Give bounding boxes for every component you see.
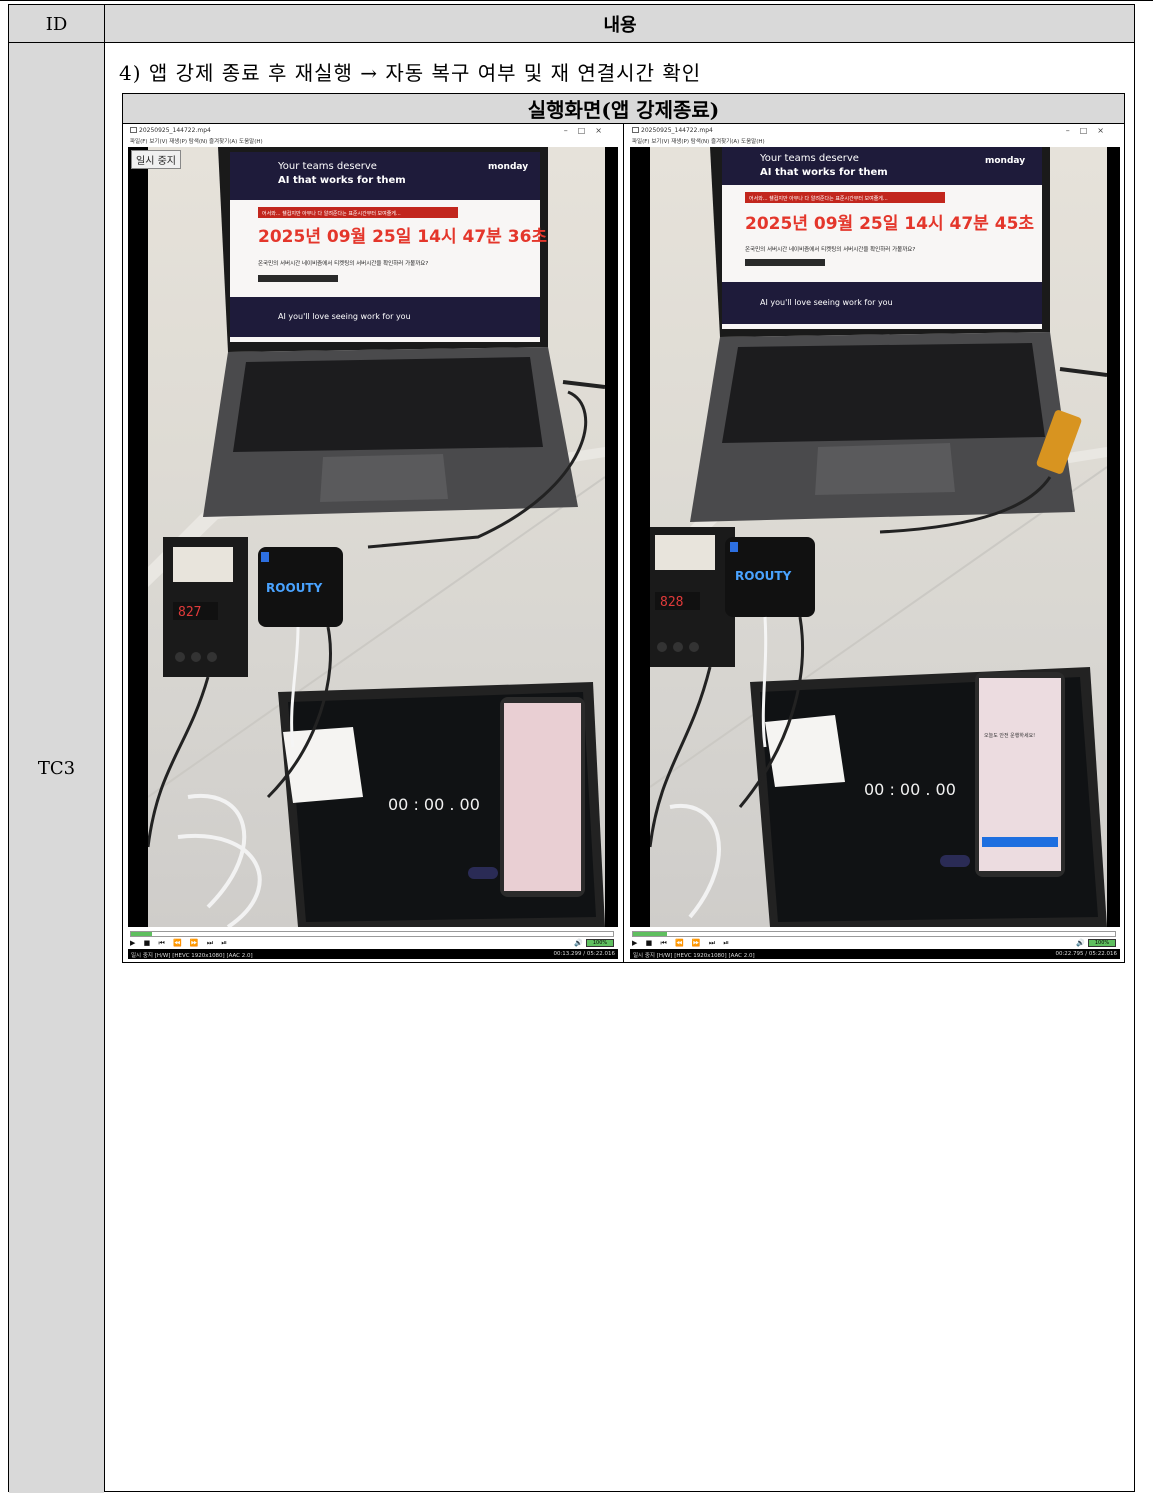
column-divider: [104, 5, 105, 1491]
tablet: 00 : 00 . 00 오늘도 안전 운행하세요!: [750, 667, 1107, 927]
device-label: ROOUTY: [735, 569, 792, 583]
screenshot-table: 실행화면(앱 강제종료) 20250925_144722.mp4 –□× 파일(…: [122, 93, 1125, 963]
step-description: 4) 앱 강제 종료 후 재실행 → 자동 복구 여부 및 재 연결시간 확인: [119, 61, 702, 85]
volume-control[interactable]: 🔊 100%: [1076, 939, 1116, 947]
svg-text:827: 827: [178, 605, 201, 620]
screen-line1: Your teams deserve: [759, 153, 859, 164]
screen-logo: monday: [488, 162, 528, 172]
seek-progress: [633, 932, 668, 936]
screen-line2: AI that works for them: [278, 175, 406, 186]
seek-progress: [131, 932, 152, 936]
video-frame[interactable]: Your teams deserve AI that works for the…: [630, 147, 1120, 927]
status-time: 00:22.795 / 05:22.016: [1055, 951, 1117, 957]
device-label: ROOUTY: [266, 581, 323, 595]
volume-level: 100%: [1088, 939, 1116, 947]
printer-device: 828: [650, 527, 735, 667]
player-title-bar: 20250925_144722.mp4: [130, 127, 211, 134]
screen-question: 온국민의 서버시간 네이비즘에서 티켓팅의 서버시간을 확인하러 가볼까요?: [258, 259, 428, 267]
header-id: ID: [45, 13, 68, 35]
laptop-screen: Your teams deserve AI that works for the…: [710, 147, 1050, 337]
volume-control[interactable]: 🔊 100%: [574, 939, 614, 947]
photo-scene: Your teams deserve AI that works for the…: [650, 147, 1107, 927]
status-bar: 일시 중지 [H/W] [HEVC 1920x1080] [AAC 2.0] 0…: [630, 949, 1120, 959]
phone-text: 오늘도 안전 운행하세요!: [984, 732, 1035, 739]
seek-bar[interactable]: [632, 931, 1116, 937]
laptop-screen: Your teams deserve AI that works for the…: [218, 147, 548, 352]
video-photo: Your teams deserve AI that works for the…: [148, 147, 605, 927]
playback-controls[interactable]: ▶ ■ ⏮ ⏪ ⏩ ⏭ ⏯: [130, 939, 230, 948]
screen-time: 2025년 09월 25일 14시 47분 45초: [745, 214, 1034, 234]
rooouty-box: ROOUTY: [258, 547, 343, 627]
rooouty-box: ROOUTY: [725, 537, 815, 617]
photo-scene: Your teams deserve AI that works for the…: [148, 147, 605, 927]
screen-question: 온국민의 서버시간 네이비즘에서 티켓팅의 서버시간을 확인하러 가볼까요?: [745, 245, 915, 253]
window-title: 20250925_144722.mp4: [641, 127, 713, 134]
row-id-cell: TC3: [9, 43, 104, 1493]
file-icon: [130, 127, 137, 133]
menu-bar[interactable]: 파일(F) 보기(V) 재생(P) 탐색(N) 즐겨찾기(A) 도움말(H): [130, 137, 263, 145]
screen-banner: 어서와... 쉘컵지만 아무나 다 알려준다는 표준시간부터 보여줄게...: [749, 195, 888, 202]
header-content: 내용: [603, 15, 637, 36]
pause-overlay[interactable]: 일시 중지: [131, 150, 181, 169]
speaker-icon: 🔊: [1076, 939, 1085, 947]
status-bar: 일시 중지 [H/W] [HEVC 1920x1080] [AAC 2.0] 0…: [128, 949, 618, 959]
screen-line1: Your teams deserve: [277, 161, 377, 172]
player-title-bar: 20250925_144722.mp4: [632, 127, 713, 134]
tablet-timer: 00 : 00 . 00: [864, 780, 956, 799]
screen-ad: AI you'll love seeing work for you: [278, 312, 411, 321]
screen-ad: AI you'll love seeing work for you: [760, 298, 893, 307]
test-case-table: TC3 ID 내용 4) 앱 강제 종료 후 재실행 → 자동 복구 여부 및 …: [8, 4, 1135, 1493]
screen-line2: AI that works for them: [760, 167, 888, 178]
screenshot-divider: [623, 124, 624, 962]
menu-bar[interactable]: 파일(F) 보기(V) 재생(P) 탐색(N) 즐겨찾기(A) 도움말(H): [632, 137, 765, 145]
playback-controls[interactable]: ▶ ■ ⏮ ⏪ ⏩ ⏭ ⏯: [632, 939, 732, 948]
laptop-base: [203, 347, 605, 549]
printer-device: 827: [163, 537, 248, 677]
video-frame[interactable]: Your teams deserve AI that works for the…: [128, 147, 618, 927]
screen-time: 2025년 09월 25일 14시 47분 36초: [258, 227, 547, 247]
status-time: 00:13.299 / 05:22.016: [553, 951, 615, 957]
row-id-label: TC3: [37, 757, 76, 779]
top-rule: [0, 0, 1153, 1]
video-player-left: 20250925_144722.mp4 –□× 파일(F) 보기(V) 재생(P…: [128, 126, 618, 959]
window-title: 20250925_144722.mp4: [139, 127, 211, 134]
video-photo: Your teams deserve AI that works for the…: [650, 147, 1107, 927]
tablet: 00 : 00 . 00: [278, 682, 605, 927]
laptop-base: [690, 332, 1107, 534]
screen-banner: 어서와... 쉘컵지만 아무나 다 알려준다는 표준시간부터 보여줄게...: [262, 210, 401, 217]
seek-bar[interactable]: [130, 931, 614, 937]
video-player-right: 20250925_144722.mp4 –□× 파일(F) 보기(V) 재생(P…: [630, 126, 1120, 959]
volume-level: 100%: [586, 939, 614, 947]
speaker-icon: 🔊: [574, 939, 583, 947]
window-controls[interactable]: –□×: [1066, 126, 1114, 135]
tablet-timer: 00 : 00 . 00: [388, 795, 480, 814]
screen-logo: monday: [985, 156, 1025, 166]
svg-text:828: 828: [660, 595, 683, 610]
window-controls[interactable]: –□×: [564, 126, 612, 135]
status-left: 일시 중지 [H/W] [HEVC 1920x1080] [AAC 2.0]: [633, 953, 755, 959]
status-left: 일시 중지 [H/W] [HEVC 1920x1080] [AAC 2.0]: [131, 953, 253, 959]
section-title: 실행화면(앱 강제종료): [123, 94, 1124, 124]
file-icon: [632, 127, 639, 133]
